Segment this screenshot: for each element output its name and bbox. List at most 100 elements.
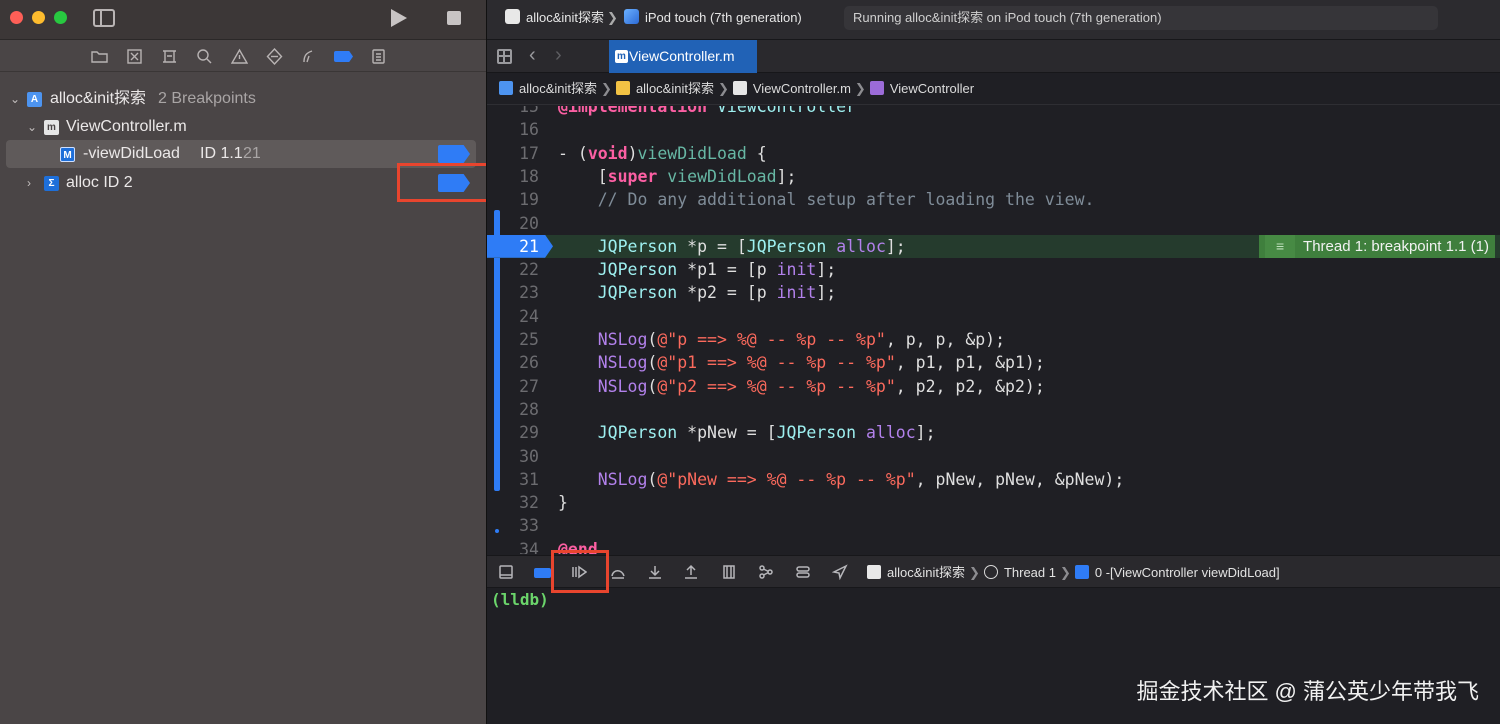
code-line[interactable]: 16 <box>487 118 1500 141</box>
line-number[interactable]: 32 <box>487 491 539 514</box>
line-number[interactable]: 16 <box>487 118 539 141</box>
sidebar-toggle-icon[interactable] <box>93 9 115 27</box>
line-number[interactable]: 20 <box>487 212 539 235</box>
debug-path-frame[interactable]: 0 -[ViewController viewDidLoad] <box>1095 565 1280 580</box>
code-line[interactable]: 33 <box>487 514 1500 537</box>
code-text: @implementation ViewController <box>558 106 857 116</box>
line-number[interactable]: 22 <box>487 258 539 281</box>
breakpoint-count: 2 Breakpoints <box>158 90 256 107</box>
class-icon <box>869 81 884 95</box>
breakpoint-navigator-icon[interactable] <box>334 51 353 62</box>
line-number[interactable]: 19 <box>487 188 539 211</box>
chevron-down-icon[interactable]: ⌄ <box>27 113 37 141</box>
simulate-location-icon[interactable] <box>831 564 848 581</box>
report-navigator-icon[interactable] <box>369 48 387 65</box>
tree-row-project[interactable]: ⌄ A alloc&init探索 2 Breakpoints <box>0 85 486 113</box>
thread-breakpoint-badge[interactable]: ≡ Thread 1: breakpoint 1.1 (1) <box>1259 234 1495 258</box>
debug-gauge-icon[interactable] <box>300 48 318 65</box>
file-name: ViewController.m <box>66 118 187 135</box>
forward-chevron-icon[interactable]: › <box>555 44 562 67</box>
environment-overrides-icon[interactable] <box>795 564 811 580</box>
line-number[interactable]: 15 <box>487 106 539 118</box>
issue-warning-icon[interactable] <box>230 48 248 65</box>
console-area[interactable]: (lldb) 掘金技术社区 @ 蒲公英少年带我飞 <box>487 588 1500 724</box>
line-number[interactable]: 34 <box>487 538 539 554</box>
line-number[interactable]: 31 <box>487 468 539 491</box>
line-number[interactable]: 21 <box>487 235 539 258</box>
tree-row-file[interactable]: ⌄ m ViewController.m <box>0 113 486 141</box>
app-scheme-icon <box>505 9 520 24</box>
code-line[interactable]: 32} <box>487 491 1500 514</box>
activate-breakpoints-icon[interactable] <box>534 568 551 578</box>
folder-icon[interactable] <box>90 48 108 65</box>
code-line[interactable]: 19 // Do any additional setup after load… <box>487 188 1500 211</box>
code-line[interactable]: 29 JQPerson *pNew = [JQPerson alloc]; <box>487 421 1500 444</box>
scheme-selector[interactable]: alloc&init探索 ❯ iPod touch (7th generation) <box>505 8 802 28</box>
search-icon[interactable] <box>195 48 213 65</box>
code-text: JQPerson *p = [JQPerson alloc]; <box>597 236 906 256</box>
code-line[interactable]: 26 NSLog(@"p1 ==> %@ -- %p -- %p", p1, p… <box>487 351 1500 374</box>
method-icon: M <box>60 147 75 162</box>
code-line[interactable]: 24 <box>487 305 1500 328</box>
memory-graph-icon[interactable] <box>758 564 774 580</box>
line-number[interactable]: 26 <box>487 351 539 374</box>
thread-badge-label: Thread 1: breakpoint 1.1 (1) <box>1303 237 1489 255</box>
code-line[interactable]: 25 NSLog(@"p ==> %@ -- %p -- %p", p, p, … <box>487 328 1500 351</box>
chevron-down-icon[interactable]: ⌄ <box>10 85 20 113</box>
chevron-right-icon[interactable]: › <box>27 169 31 197</box>
source-editor[interactable]: 15 @implementation ViewController 16 17 - (v… <box>487 106 1500 554</box>
window-toolbar-left <box>0 0 486 40</box>
stop-button[interactable] <box>447 11 461 25</box>
breakpoint-flag-icon[interactable] <box>438 145 470 163</box>
step-into-icon[interactable] <box>647 564 663 580</box>
step-out-icon[interactable] <box>683 564 699 580</box>
jumpbar-file[interactable]: ViewController.m <box>753 81 851 96</box>
tab-viewcontroller[interactable]: m ViewController.m <box>609 40 757 73</box>
line-number[interactable]: 17 <box>487 142 539 165</box>
source-control-icon[interactable] <box>125 48 143 65</box>
objc-file-icon: m <box>44 120 59 135</box>
minimize-window-button[interactable] <box>32 11 45 24</box>
code-line[interactable]: 15 @implementation ViewController <box>487 106 1500 118</box>
related-items-grid-icon[interactable] <box>497 49 512 64</box>
line-number[interactable]: 30 <box>487 445 539 468</box>
code-line[interactable]: 17 - (void)viewDidLoad { <box>487 142 1500 165</box>
path-separator-icon: ❯ <box>607 10 618 25</box>
zoom-window-button[interactable] <box>54 11 67 24</box>
line-number[interactable]: 18 <box>487 165 539 188</box>
close-window-button[interactable] <box>10 11 23 24</box>
code-line[interactable]: 34 @end <box>487 538 1500 554</box>
line-number[interactable]: 33 <box>487 514 539 537</box>
code-line[interactable]: 20 <box>487 212 1500 235</box>
test-diamond-icon[interactable] <box>265 47 283 66</box>
device-icon <box>623 9 639 24</box>
line-number[interactable]: 27 <box>487 375 539 398</box>
code-line[interactable]: 23 JQPerson *p2 = [p init]; <box>487 281 1500 304</box>
view-hierarchy-icon[interactable] <box>721 564 737 580</box>
line-number[interactable]: 29 <box>487 421 539 444</box>
editor-pane: alloc&init探索 ❯ iPod touch (7th generation)… <box>486 0 1500 724</box>
line-number[interactable]: 25 <box>487 328 539 351</box>
jumpbar-group[interactable]: alloc&init探索 <box>636 81 714 96</box>
code-line[interactable]: 27 NSLog(@"p2 ==> %@ -- %p -- %p", p2, p… <box>487 375 1500 398</box>
code-line[interactable]: 31 NSLog(@"pNew ==> %@ -- %p -- %p", pNe… <box>487 468 1500 491</box>
code-line[interactable]: 18 [super viewDidLoad]; <box>487 165 1500 188</box>
code-line[interactable]: 30 <box>487 445 1500 468</box>
symbol-navigator-icon[interactable] <box>160 48 178 65</box>
hide-debug-area-icon[interactable] <box>498 564 514 580</box>
line-number[interactable]: 28 <box>487 398 539 421</box>
run-button[interactable] <box>391 9 407 27</box>
code-text: JQPerson *p1 = [p init]; <box>597 260 837 280</box>
line-number[interactable]: 24 <box>487 305 539 328</box>
debug-path-thread[interactable]: Thread 1 <box>1004 565 1056 580</box>
code-line[interactable]: 28 <box>487 398 1500 421</box>
code-line[interactable]: 21 JQPerson *p = [JQPerson alloc]; ≡ Threa… <box>487 234 1500 258</box>
jumpbar-class[interactable]: ViewController <box>890 81 974 96</box>
folder-icon <box>615 81 630 95</box>
debug-path-app[interactable]: alloc&init探索 <box>887 565 965 580</box>
step-over-icon[interactable] <box>610 564 626 580</box>
code-line[interactable]: 22 JQPerson *p1 = [p init]; <box>487 258 1500 281</box>
line-number[interactable]: 23 <box>487 281 539 304</box>
jumpbar-project[interactable]: alloc&init探索 <box>519 81 597 96</box>
back-chevron-icon[interactable]: ‹ <box>529 44 536 67</box>
